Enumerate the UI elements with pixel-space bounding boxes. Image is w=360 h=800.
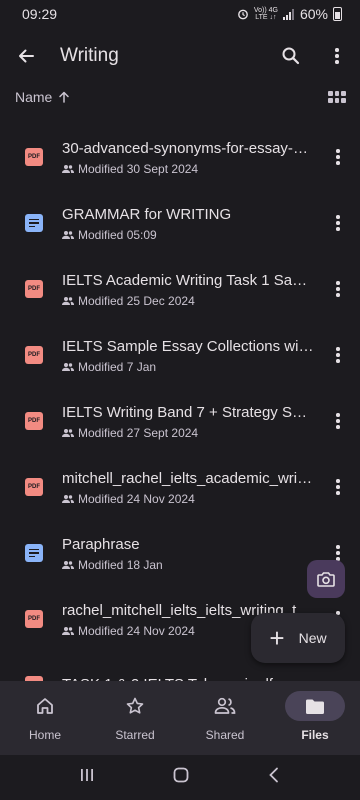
more-vert-icon (336, 149, 340, 165)
scan-camera-button[interactable] (307, 560, 345, 598)
new-label: New (298, 630, 327, 646)
file-modified: Modified 18 Jan (78, 557, 163, 572)
file-modified: Modified 27 Sept 2024 (78, 425, 199, 440)
arrow-up-icon (59, 91, 70, 103)
more-vert-icon (336, 281, 340, 297)
recent-apps-button[interactable] (79, 768, 95, 787)
star-icon (126, 697, 144, 714)
status-time: 09:29 (22, 6, 58, 22)
signal-icon (282, 8, 294, 20)
file-name: IELTS Writing Band 7 + Strategy Series.p… (62, 403, 314, 421)
nav-home-label: Home (28, 728, 61, 742)
shared-people-icon (62, 230, 74, 239)
nav-shared-label: Shared (205, 728, 245, 742)
back-button[interactable] (0, 28, 52, 84)
file-more-button[interactable] (318, 203, 358, 243)
overflow-menu-button[interactable] (314, 28, 360, 84)
battery-icon (333, 7, 342, 21)
shared-people-icon (62, 626, 74, 635)
doc-file-icon (25, 214, 43, 232)
status-icons: Vo)) 4G LTE ↓↑ 60% (237, 6, 342, 22)
file-row[interactable]: PDF IELTS Writing Band 7 + Strategy Seri… (0, 388, 360, 454)
file-modified: Modified 25 Dec 2024 (78, 293, 195, 308)
file-row[interactable]: PDF 30-advanced-synonyms-for-essay-writi… (0, 124, 360, 190)
file-more-button[interactable] (318, 467, 358, 507)
home-icon (37, 698, 53, 714)
shared-people-icon (62, 164, 74, 173)
nav-files-label: Files (301, 728, 329, 742)
file-row[interactable]: PDF mitchell_rachel_ielts_academic_writi… (0, 454, 360, 520)
network-indicator: Vo)) 4G LTE ↓↑ (253, 7, 278, 21)
system-nav-bar (0, 755, 360, 800)
nav-active-pill (285, 691, 345, 721)
file-modified: Modified 24 Nov 2024 (78, 623, 195, 638)
file-name: mitchell_rachel_ielts_academic_writing.p… (62, 469, 314, 487)
file-row[interactable]: PDF IELTS Academic Writing Task 1 Sample… (0, 256, 360, 322)
file-row[interactable]: Paraphrase Modified 18 Jan (0, 520, 360, 586)
camera-icon (317, 571, 335, 587)
bottom-nav: Home Starred Shared Files (0, 681, 360, 755)
app-bar: Writing (0, 28, 360, 84)
file-more-button[interactable] (318, 269, 358, 309)
more-vert-icon (335, 48, 339, 64)
pdf-file-icon: PDF (25, 148, 43, 166)
file-more-button[interactable] (318, 335, 358, 375)
shared-people-icon (62, 296, 74, 305)
file-name: IELTS Academic Writing Task 1 Samples.pd… (62, 271, 314, 289)
page-title: Writing (60, 45, 119, 66)
recent-apps-icon (81, 769, 93, 781)
alarm-icon (237, 9, 248, 20)
search-icon (282, 47, 300, 65)
home-circle-icon (173, 767, 189, 783)
file-modified: Modified 05:09 (78, 227, 157, 242)
nav-shared[interactable]: Shared (180, 681, 270, 755)
doc-file-icon (25, 544, 43, 562)
file-row[interactable]: PDF IELTS Sample Essay Collections with … (0, 322, 360, 388)
sort-button[interactable]: Name (15, 89, 70, 105)
more-vert-icon (336, 545, 340, 561)
sort-label: Name (15, 89, 53, 105)
new-button[interactable]: + New (251, 613, 345, 663)
nav-starred[interactable]: Starred (90, 681, 180, 755)
nav-home[interactable]: Home (0, 681, 90, 755)
chevron-left-icon (269, 767, 278, 783)
arrow-back-icon (19, 49, 34, 63)
more-vert-icon (336, 479, 340, 495)
back-system-button[interactable] (267, 767, 281, 788)
more-vert-icon (336, 347, 340, 363)
grid-view-icon[interactable] (328, 91, 346, 103)
pdf-file-icon: PDF (25, 280, 43, 298)
pdf-file-icon: PDF (25, 346, 43, 364)
file-name: 30-advanced-synonyms-for-essay-writing.p… (62, 139, 314, 157)
pdf-file-icon: PDF (25, 478, 43, 496)
file-name: Paraphrase (62, 535, 140, 553)
people-icon (214, 697, 236, 714)
file-more-button[interactable] (318, 401, 358, 441)
shared-people-icon (62, 560, 74, 569)
plus-icon: + (269, 623, 285, 653)
file-modified: Modified 30 Sept 2024 (78, 161, 199, 176)
file-name: IELTS Sample Essay Collections with answ… (62, 337, 314, 355)
file-more-button[interactable] (318, 137, 358, 177)
status-bar: 09:29 Vo)) 4G LTE ↓↑ 60% (0, 0, 360, 28)
file-modified: Modified 7 Jan (78, 359, 157, 374)
folder-icon (306, 699, 324, 714)
shared-people-icon (62, 494, 74, 503)
more-vert-icon (336, 413, 340, 429)
shared-people-icon (62, 362, 74, 371)
file-modified: Modified 24 Nov 2024 (78, 491, 195, 506)
file-row[interactable]: GRAMMAR for WRITING Modified 05:09 (0, 190, 360, 256)
nav-starred-label: Starred (115, 728, 155, 742)
nav-files[interactable]: Files (270, 681, 360, 755)
more-vert-icon (336, 215, 340, 231)
sort-row: Name (0, 84, 360, 110)
file-name: GRAMMAR for WRITING (62, 205, 232, 223)
pdf-file-icon: PDF (25, 412, 43, 430)
home-system-button[interactable] (173, 767, 189, 788)
shared-people-icon (62, 428, 74, 437)
battery-percent: 60% (299, 6, 328, 22)
pdf-file-icon: PDF (25, 610, 43, 628)
search-button[interactable] (268, 28, 314, 84)
